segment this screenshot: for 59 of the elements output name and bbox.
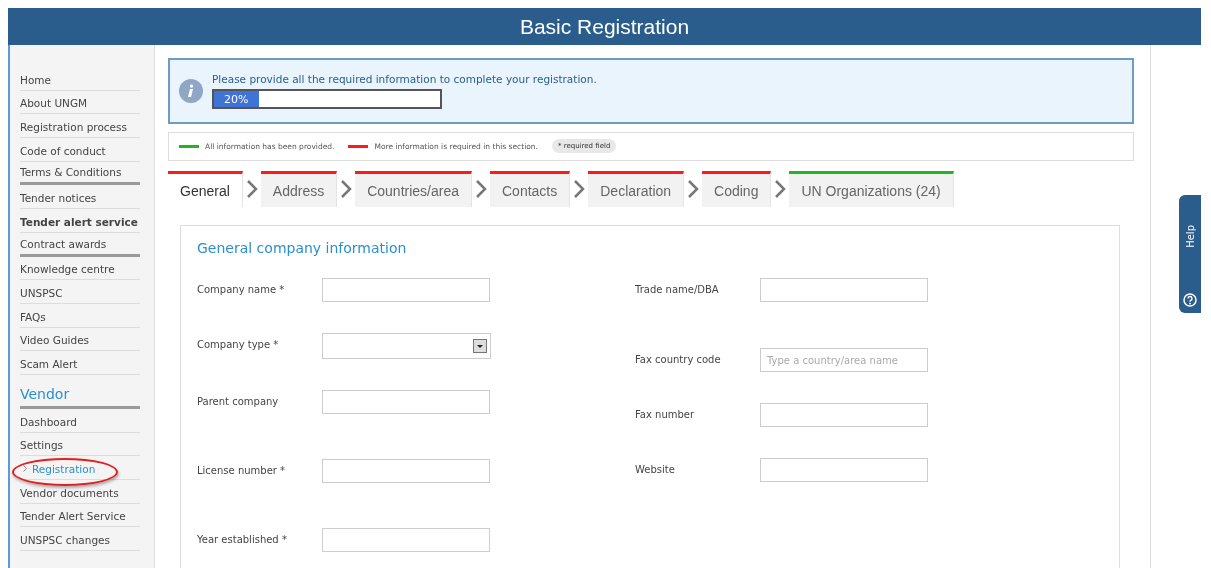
field-label: Year established * [197,533,288,545]
input-field[interactable] [322,390,490,414]
nav-link[interactable]: Settings [20,439,64,452]
tab[interactable]: Address [260,171,338,207]
dropdown-field[interactable] [322,333,491,359]
nav-link[interactable]: UNSPSC [20,286,63,299]
tab[interactable]: Declaration [588,171,685,207]
nav-link[interactable]: Scam Alert [20,357,78,370]
nav-link[interactable]: Dashboard [20,415,77,428]
chevron-icon [474,179,488,199]
input-field[interactable] [322,528,490,552]
nav-link[interactable]: Home [20,73,51,86]
nav-link[interactable]: Vendor documents [20,486,119,499]
field-label: Company name * [197,283,286,295]
chevron-icon [339,179,354,199]
field-label: Website [635,463,676,475]
chevron-icon [773,179,788,199]
nav-link[interactable]: Knowledge centre [20,263,115,276]
nav-link[interactable]: Contract awards [20,237,107,250]
input-field[interactable]: Type a country/area name [760,348,928,372]
section-title: General company information [197,240,408,256]
help-icon [1183,293,1197,307]
page-title: Basic Registration [8,8,1201,45]
field-label: License number * [197,464,287,476]
field-label: Fax number [635,408,696,420]
progress-label: 20% [224,92,249,106]
section-heading: Vendor [20,385,70,402]
tab[interactable]: General [168,171,243,207]
nav-link[interactable]: Code of conduct [20,144,106,157]
input-field[interactable] [322,278,490,302]
tab[interactable]: Countries/area [355,171,472,207]
nav-link[interactable]: Tender Alert Service [20,510,126,523]
chevron-icon [23,465,27,472]
field-label: Trade name/DBA [635,283,720,295]
nav-link[interactable]: Video Guides [20,334,90,347]
input-field[interactable] [760,403,928,427]
field-label: Fax country code [635,353,722,365]
nav-link[interactable]: Tender alert service [20,215,138,228]
nav-link[interactable]: FAQs [20,310,46,323]
caret-icon [473,339,487,353]
input-field[interactable] [760,278,928,302]
info-icon [178,77,204,104]
nav-link[interactable]: UNSPSC changes [20,534,110,547]
tab[interactable]: UN Organizations (24) [789,171,954,207]
nav-link[interactable]: Tender notices [20,192,97,205]
nav-link[interactable]: About UNGM [20,97,88,110]
input-field[interactable] [322,459,490,483]
input-field[interactable] [760,458,928,482]
chevron-icon [572,179,587,199]
field-label: Company type * [197,338,280,350]
chevron-icon [686,179,701,199]
field-label: Parent company [197,395,280,407]
tab[interactable]: Coding [702,171,772,207]
nav-link[interactable]: Terms & Conditions [20,166,122,179]
tab[interactable]: Contacts [490,171,571,207]
chevron-icon [244,179,259,199]
info-message: Please provide all the required information to complete your registration. [212,72,597,85]
nav-link[interactable]: Registration process [20,121,127,134]
help-tab[interactable]: Help [1179,195,1201,313]
